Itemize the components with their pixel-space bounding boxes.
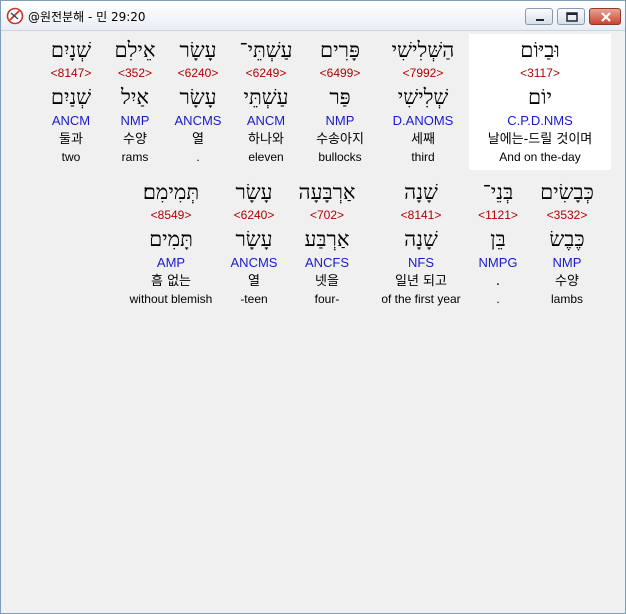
hebrew-lemma: יוֹם (528, 85, 552, 109)
window-title: @원전분해 - 민 29:20 (28, 10, 146, 24)
word-cell[interactable]: בְּנֵי־ <1121> בֵּן NMPG . . (469, 174, 527, 310)
hebrew-lemma: בֵּן (490, 227, 506, 251)
word-cell[interactable]: הַשְּׁלִישִׁי <7992> שְׁלִישִׁי D.ANOMS … (383, 32, 463, 168)
hebrew-word: וּבַיּוֹם (520, 38, 560, 62)
word-cell[interactable]: שָׁנָה <8141> שָׁנָה NFS 일년 되고 of the fi… (371, 174, 471, 310)
parse-code: NMP (325, 113, 355, 128)
word-cell[interactable]: וּבַיּוֹם <3117> יוֹם C.P.D.NMS 날에는-드릴 것… (469, 32, 611, 168)
word-cell[interactable]: כְּבָשִׂים <3532> כֶּבֶשׂ NMP 수양 lambs (527, 174, 607, 310)
interlinear-panel: וּבַיּוֹם <3117> יוֹם C.P.D.NMS 날에는-드릴 것… (3, 32, 623, 612)
strong-number[interactable]: <8141> (371, 208, 471, 222)
english-gloss: without blemish (129, 292, 213, 306)
parse-code: NFS (408, 255, 434, 270)
korean-gloss: 하나와 (248, 132, 284, 147)
english-gloss: . (496, 292, 500, 306)
english-gloss: lambs (550, 292, 583, 306)
parse-code: NMP (120, 113, 150, 128)
korean-gloss: 둘과 (59, 132, 83, 147)
strong-number[interactable]: <1121> (469, 208, 527, 222)
english-gloss: eleven (248, 150, 284, 164)
korean-gloss: 수송아지 (316, 132, 364, 147)
hebrew-word: עָשָׂר (235, 180, 273, 204)
hebrew-word: בְּנֵי־ (482, 180, 514, 204)
minimize-button[interactable] (525, 8, 553, 25)
strong-number[interactable]: <7992> (383, 66, 463, 80)
korean-gloss: 열 (192, 132, 204, 147)
korean-gloss: 수양 (555, 274, 579, 289)
word-cell[interactable]: שְׁנָיִם <8147> שְׁנַיִם ANCM 둘과 two (41, 32, 101, 168)
korean-gloss: 넷을 (315, 274, 339, 289)
parse-code: ANCM (246, 113, 286, 128)
english-gloss: four- (314, 292, 340, 306)
word-cell[interactable]: עָשָׂר <6240> עָשָׂר ANCMS 열 . (167, 32, 229, 168)
hebrew-word: כְּבָשִׂים (540, 180, 594, 204)
korean-gloss: 수양 (123, 132, 147, 147)
korean-gloss: 일년 되고 (395, 274, 447, 289)
parse-code: ANCMS (174, 113, 222, 128)
maximize-button[interactable] (557, 8, 585, 25)
hebrew-word: שָׁנָה (404, 180, 438, 204)
strong-number[interactable]: <6249> (233, 66, 299, 80)
word-cell[interactable]: תְּמִימִם׃ <8549> תָּמִים AMP 흠 없는 witho… (121, 174, 221, 310)
strong-number[interactable]: <8549> (121, 208, 221, 222)
word-cell[interactable]: עָשָׂר <6240> עָשָׂר ANCMS 열 -teen (223, 174, 285, 310)
hebrew-lemma: כֶּבֶשׂ (549, 227, 585, 251)
word-cell[interactable]: אַרְבָּעָה <702> אַרְבַּע ANCFS 넷을 four- (287, 174, 367, 310)
korean-gloss: . (495, 274, 501, 289)
hebrew-word: פָּרִים (320, 38, 360, 62)
app-window: @원전분해 - 민 29:20 וּבַיּוֹם <3117> יוֹם C.… (0, 0, 626, 614)
hebrew-word: עָשָׂר (179, 38, 217, 62)
strong-number[interactable]: <8147> (41, 66, 101, 80)
hebrew-lemma: עָשָׂר (235, 227, 273, 251)
english-gloss: third (411, 150, 435, 164)
strong-number[interactable]: <352> (107, 66, 163, 80)
english-gloss: bullocks (318, 150, 362, 164)
parse-code: NMP (552, 255, 582, 270)
english-gloss: rams (121, 150, 149, 164)
hebrew-word: אֵילִם (114, 38, 156, 62)
english-gloss: -teen (240, 292, 268, 306)
parse-code: ANCFS (304, 255, 350, 270)
parse-code: ANCMS (230, 255, 278, 270)
parse-code: ANCM (51, 113, 91, 128)
hebrew-lemma: תָּמִים (149, 227, 193, 251)
close-button[interactable] (589, 8, 621, 25)
parse-code: NMPG (478, 255, 518, 270)
hebrew-word: תְּמִימִם׃ (142, 180, 200, 204)
app-logo-icon (6, 7, 24, 25)
korean-gloss: 세째 (411, 132, 435, 147)
hebrew-lemma: עַשְׁתֵּי (243, 85, 289, 109)
parse-code: AMP (156, 255, 186, 270)
english-gloss: And on the-day (499, 150, 581, 164)
hebrew-lemma: פַּר (329, 85, 351, 109)
title-bar[interactable]: @원전분해 - 민 29:20 (1, 1, 625, 31)
word-cell[interactable]: פָּרִים <6499> פַּר NMP 수송아지 bullocks (305, 32, 375, 168)
hebrew-word: שְׁנָיִם (50, 38, 92, 62)
hebrew-lemma: אַרְבַּע (304, 227, 350, 251)
english-gloss: of the first year (381, 292, 461, 306)
parse-code: C.P.D.NMS (507, 113, 573, 128)
strong-number[interactable]: <702> (287, 208, 367, 222)
strong-number[interactable]: <6240> (167, 66, 229, 80)
word-cell[interactable]: אֵילִם <352> אַיִל NMP 수양 rams (107, 32, 163, 168)
hebrew-lemma: אַיִל (121, 85, 149, 109)
hebrew-lemma: שְׁנַיִם (50, 85, 92, 109)
korean-gloss: 열 (248, 274, 260, 289)
hebrew-lemma: עָשָׂר (179, 85, 217, 109)
hebrew-word: עַשְׁתֵּי־ (239, 38, 293, 62)
korean-gloss: 날에는-드릴 것이며 (487, 132, 593, 147)
english-gloss: . (196, 150, 200, 164)
parse-code: D.ANOMS (392, 113, 454, 128)
hebrew-word: הַשְּׁלִישִׁי (391, 38, 455, 62)
english-gloss: two (61, 150, 81, 164)
hebrew-lemma: שְׁלִישִׁי (397, 85, 449, 109)
word-cell[interactable]: עַשְׁתֵּי־ <6249> עַשְׁתֵּי ANCM 하나와 ele… (233, 32, 299, 168)
hebrew-word: אַרְבָּעָה (298, 180, 356, 204)
strong-number[interactable]: <3532> (527, 208, 607, 222)
hebrew-lemma: שָׁנָה (404, 227, 438, 251)
strong-number[interactable]: <6499> (305, 66, 375, 80)
korean-gloss: 흠 없는 (150, 274, 191, 289)
strong-number[interactable]: <6240> (223, 208, 285, 222)
strong-number[interactable]: <3117> (469, 66, 611, 80)
